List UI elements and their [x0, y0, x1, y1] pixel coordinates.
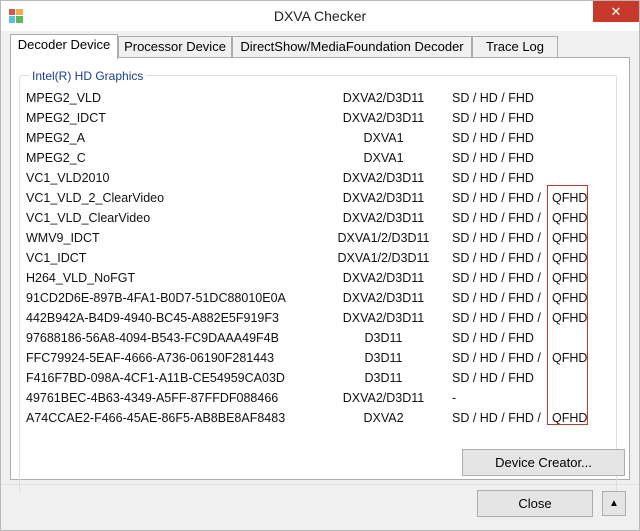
decoder-api: DXVA2/D3D11 — [342, 111, 425, 125]
separator — [1, 484, 639, 485]
decoder-row: FFC79924-5EAF-4666-A736-06190F281443 D3D1… — [11, 348, 631, 368]
decoder-name: 49761BEC-4B63-4349-A5FF-87FFDF088466 — [26, 391, 279, 405]
adapter-name: Intel(R) HD Graphics — [29, 69, 147, 83]
tab-directshow-mediafoundation-decoder[interactable]: DirectShow/MediaFoundation Decoder — [232, 36, 472, 58]
decoder-qfhd: QFHD — [552, 291, 588, 305]
decoder-row: MPEG2_A DXVA1 SD / HD / FHD — [11, 128, 631, 148]
decoder-resolutions: SD / HD / FHD — [452, 111, 534, 125]
device-creator-button[interactable]: Device Creator... — [462, 449, 625, 476]
decoder-resolutions: SD / HD / FHD / — [452, 311, 541, 325]
decoder-qfhd: QFHD — [552, 351, 588, 365]
decoder-resolutions: SD / HD / FHD / — [452, 211, 541, 225]
decoder-api: DXVA2/D3D11 — [342, 271, 425, 285]
decoder-resolutions: SD / HD / FHD — [452, 171, 534, 185]
decoder-resolutions: SD / HD / FHD — [452, 91, 534, 105]
decoder-resolutions: SD / HD / FHD — [452, 331, 534, 345]
close-button[interactable]: Close — [477, 490, 593, 517]
decoder-row: F416F7BD-098A-4CF1-A11B-CE54959CA03D D3D1… — [11, 368, 631, 388]
decoder-qfhd: QFHD — [552, 311, 588, 325]
decoder-row: H264_VLD_NoFGT DXVA2/D3D11 SD / HD / FHD /… — [11, 268, 631, 288]
decoder-name: VC1_IDCT — [26, 251, 87, 265]
decoder-api: DXVA2/D3D11 — [342, 391, 425, 405]
decoder-name: VC1_VLD_2_ClearVideo — [26, 191, 165, 205]
decoder-resolutions: SD / HD / FHD — [452, 371, 534, 385]
decoder-row: MPEG2_C DXVA1 SD / HD / FHD — [11, 148, 631, 168]
decoder-api: D3D11 — [364, 371, 403, 385]
decoder-name: MPEG2_IDCT — [26, 111, 106, 125]
decoder-resolutions: SD / HD / FHD / — [452, 411, 541, 425]
decoder-row: A74CCAE2-F466-45AE-86F5-AB8BE8AF8483 DXVA… — [11, 408, 631, 428]
decoder-name: A74CCAE2-F466-45AE-86F5-AB8BE8AF8483 — [26, 411, 286, 425]
decoder-resolutions: SD / HD / FHD — [452, 131, 534, 145]
decoder-row: MPEG2_IDCT DXVA2/D3D11 SD / HD / FHD — [11, 108, 631, 128]
decoder-row: VC1_VLD_2_ClearVideo DXVA2/D3D11 SD / HD /… — [11, 188, 631, 208]
dxva-checker-window: DXVA Checker ✕ Decoder Device Processor … — [0, 0, 640, 531]
decoder-name: FFC79924-5EAF-4666-A736-06190F281443 — [26, 351, 275, 365]
decoder-resolutions: SD / HD / FHD / — [452, 191, 541, 205]
decoder-api: D3D11 — [364, 331, 403, 345]
decoder-qfhd: QFHD — [552, 231, 588, 245]
expand-up-icon[interactable]: ▲ — [602, 491, 626, 516]
decoder-name: MPEG2_VLD — [26, 91, 102, 105]
decoder-resolutions: - — [452, 391, 457, 405]
decoder-row: VC1_VLD_ClearVideo DXVA2/D3D11 SD / HD / F… — [11, 208, 631, 228]
decoder-name: WMV9_IDCT — [26, 231, 100, 245]
decoder-row: WMV9_IDCT DXVA1/2/D3D11 SD / HD / FHD / QFH… — [11, 228, 631, 248]
decoder-row: VC1_IDCT DXVA1/2/D3D11 SD / HD / FHD / QFHD — [11, 248, 631, 268]
decoder-name: MPEG2_A — [26, 131, 86, 145]
title-bar: DXVA Checker ✕ — [1, 1, 639, 31]
decoder-row: 91CD2D6E-897B-4FA1-B0D7-51DC88010E0A DXVA… — [11, 288, 631, 308]
decoder-api: DXVA2/D3D11 — [342, 311, 425, 325]
decoder-name: VC1_VLD2010 — [26, 171, 110, 185]
decoder-row: 49761BEC-4B63-4349-A5FF-87FFDF088466 DXVA… — [11, 388, 631, 408]
decoder-qfhd: QFHD — [552, 411, 588, 425]
close-window-icon[interactable]: ✕ — [593, 1, 639, 22]
tab-processor-device[interactable]: Processor Device — [118, 36, 232, 58]
decoder-api: DXVA2/D3D11 — [342, 91, 425, 105]
decoder-qfhd: QFHD — [552, 191, 588, 205]
decoder-name: 91CD2D6E-897B-4FA1-B0D7-51DC88010E0A — [26, 291, 286, 305]
decoder-resolutions: SD / HD / FHD / — [452, 231, 541, 245]
decoder-api: DXVA2/D3D11 — [342, 291, 425, 305]
decoder-name: H264_VLD_NoFGT — [26, 271, 136, 285]
decoder-api: DXVA1 — [363, 131, 404, 145]
decoder-name: MPEG2_C — [26, 151, 86, 165]
decoder-qfhd: QFHD — [552, 251, 588, 265]
decoder-device-panel: Intel(R) HD Graphics MPEG2_VLD DXVA2/D3D1… — [10, 57, 631, 493]
window-title: DXVA Checker — [273, 8, 367, 24]
tab-decoder-device[interactable]: Decoder Device — [10, 34, 118, 59]
decoder-resolutions: SD / HD / FHD / — [452, 271, 541, 285]
decoder-row: 442B942A-B4D9-4940-BC45-A882E5F919F3 DXVA… — [11, 308, 631, 328]
decoder-api: DXVA1 — [363, 151, 404, 165]
decoder-api: DXVA2/D3D11 — [342, 191, 425, 205]
decoder-api: DXVA2 — [363, 411, 404, 425]
decoder-resolutions: SD / HD / FHD — [452, 151, 534, 165]
decoder-row: 97688186-56A8-4094-B543-FC9DAAA49F4B D3D1… — [11, 328, 631, 348]
decoder-name: 97688186-56A8-4094-B543-FC9DAAA49F4B — [26, 331, 279, 345]
decoder-row: VC1_VLD2010 DXVA2/D3D11 SD / HD / FHD — [11, 168, 631, 188]
decoder-name: 442B942A-B4D9-4940-BC45-A882E5F919F3 — [26, 311, 279, 325]
decoder-qfhd: QFHD — [552, 271, 588, 285]
decoder-api: D3D11 — [364, 351, 403, 365]
decoder-api: DXVA2/D3D11 — [342, 171, 425, 185]
decoder-resolutions: SD / HD / FHD / — [452, 291, 541, 305]
decoder-name: F416F7BD-098A-4CF1-A11B-CE54959CA03D — [26, 371, 285, 385]
decoder-resolutions: SD / HD / FHD / — [452, 251, 541, 265]
decoder-api: DXVA1/2/D3D11 — [337, 231, 430, 245]
decoder-resolutions: SD / HD / FHD / — [452, 351, 541, 365]
decoder-qfhd: QFHD — [552, 211, 588, 225]
decoder-api: DXVA2/D3D11 — [342, 211, 425, 225]
decoder-row: MPEG2_VLD DXVA2/D3D11 SD / HD / FHD — [11, 88, 631, 108]
tab-trace-log[interactable]: Trace Log — [472, 36, 558, 58]
decoder-api: DXVA1/2/D3D11 — [337, 251, 430, 265]
decoder-name: VC1_VLD_ClearVideo — [26, 211, 151, 225]
